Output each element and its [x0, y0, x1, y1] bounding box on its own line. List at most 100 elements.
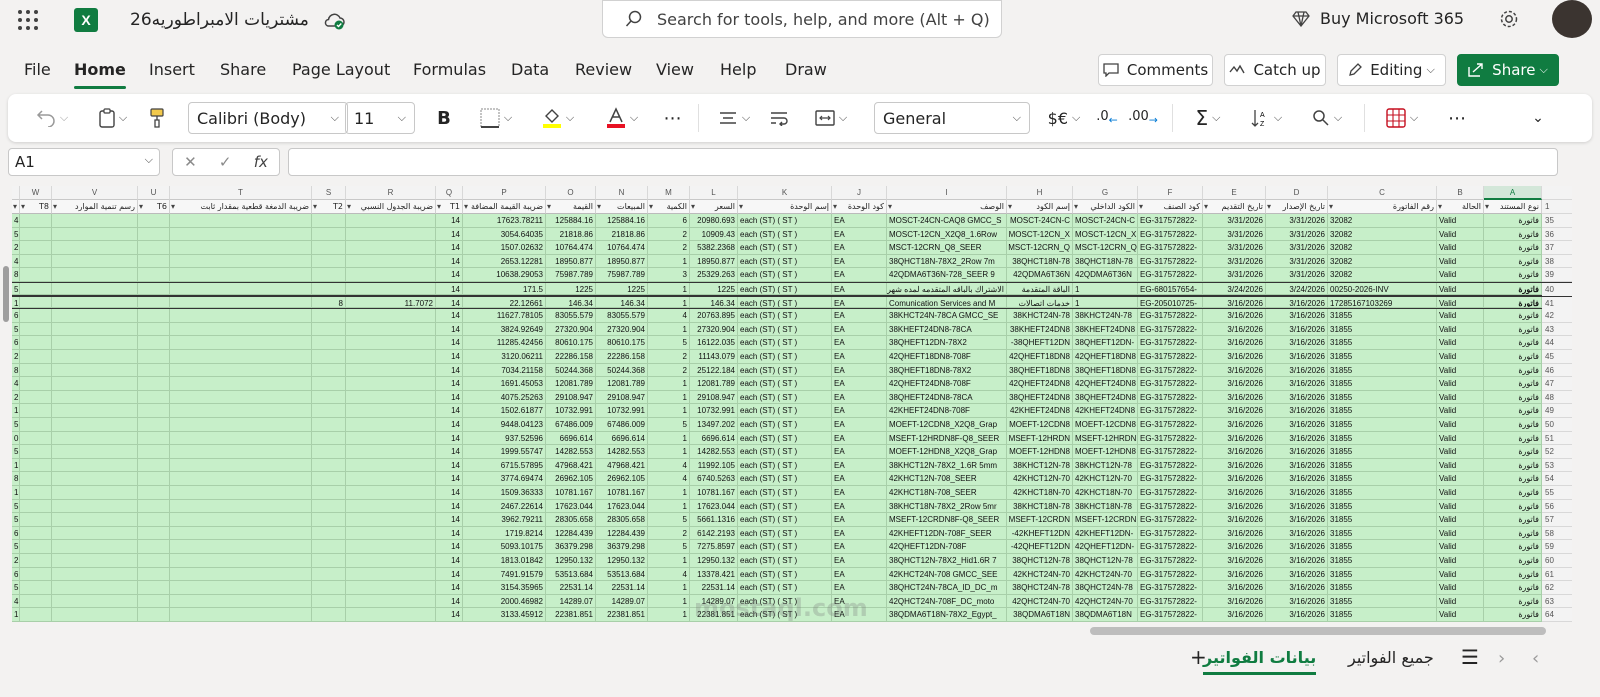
cell-h[interactable]: 42QHEFT18DN8 [1007, 350, 1073, 364]
cell-i[interactable]: 38QHEFT12DN-78X2 [887, 336, 1007, 350]
cell-k[interactable]: each (ST) ( ST ) [738, 581, 832, 595]
cell-w[interactable] [20, 499, 52, 514]
cell-u[interactable] [138, 283, 170, 295]
cell-q[interactable]: 14 [436, 363, 463, 378]
cell-m[interactable]: 5 [648, 540, 690, 554]
cell-d[interactable]: 3/16/2026 [1266, 458, 1328, 473]
cell-c[interactable]: 00250-2026-INV [1328, 283, 1437, 295]
tab-sheet-all-invoices[interactable]: جميع الفواتير [1348, 648, 1434, 667]
cell-v[interactable] [52, 296, 138, 309]
cell-l[interactable]: 20763.895 [690, 309, 738, 323]
cell-clipped[interactable]: 8 [12, 268, 20, 282]
cell-e[interactable]: 3/31/2026 [1203, 241, 1266, 255]
cell-q[interactable]: 14 [436, 594, 463, 609]
filter-header-r[interactable]: ضريبة الجدول النسبي [346, 200, 436, 214]
cell-m[interactable]: 1 [648, 594, 690, 609]
cell-r[interactable] [346, 350, 436, 364]
cell-p[interactable]: 7491.91579 [463, 567, 546, 582]
cell-p[interactable]: 2000.46982 [463, 594, 546, 609]
cell-d[interactable]: 3/16/2026 [1266, 390, 1328, 405]
cell-w[interactable] [20, 322, 52, 337]
cell-w[interactable] [20, 336, 52, 350]
filter-header-n[interactable]: المبيعات [596, 200, 648, 214]
cell-u[interactable] [138, 567, 170, 582]
cell-g[interactable]: 42QHEFT18DN8 [1073, 350, 1138, 364]
cell-i[interactable]: 42QHEFT18DN8-708F [887, 350, 1007, 364]
cell-d[interactable]: 3/16/2026 [1266, 526, 1328, 541]
cell-h[interactable]: MOEFT-12CDN8 [1007, 418, 1073, 432]
cell-j[interactable]: EA [832, 526, 887, 541]
cell-b[interactable]: Valid [1437, 377, 1484, 391]
cell-n[interactable]: 17623.044 [596, 499, 648, 514]
cell-p[interactable]: 3774.69474 [463, 472, 546, 486]
cell-b[interactable]: Valid [1437, 608, 1484, 622]
cell-o[interactable]: 146.34 [546, 296, 596, 309]
cell-o[interactable]: 28305.658 [546, 513, 596, 527]
cell-u[interactable] [138, 322, 170, 337]
cell-j[interactable]: EA [832, 445, 887, 459]
cell-e[interactable]: 3/31/2026 [1203, 214, 1266, 228]
cell-w[interactable] [20, 214, 52, 228]
cell-m[interactable]: 4 [648, 309, 690, 323]
cell-i[interactable]: 38QDMA6T18N-78X2_Egypt_ [887, 608, 1007, 622]
cell-b[interactable]: Valid [1437, 309, 1484, 323]
cell-s[interactable] [312, 445, 346, 459]
cell-l[interactable]: 25122.184 [690, 363, 738, 378]
cell-e[interactable]: 3/16/2026 [1203, 363, 1266, 378]
cell-j[interactable]: EA [832, 499, 887, 514]
cell-t[interactable] [170, 486, 312, 500]
cell-clipped[interactable]: 2 [12, 350, 20, 364]
cell-n[interactable]: 10781.167 [596, 486, 648, 500]
tab-page-layout[interactable]: Page Layout [292, 60, 390, 79]
cell-j[interactable]: EA [832, 567, 887, 582]
column-header-l[interactable]: L [690, 186, 738, 200]
cell-s[interactable] [312, 431, 346, 446]
cell-f[interactable]: EG-205010725- [1138, 296, 1203, 309]
cell-v[interactable] [52, 608, 138, 622]
cell-q[interactable]: 14 [436, 404, 463, 418]
cell-e[interactable]: 3/16/2026 [1203, 377, 1266, 391]
filter-header-e[interactable]: تاريخ التقديم [1203, 200, 1266, 214]
cell-o[interactable]: 125884.16 [546, 214, 596, 228]
cell-u[interactable] [138, 526, 170, 541]
cell-o[interactable]: 10764.474 [546, 241, 596, 255]
cell-p[interactable]: 1502.61877 [463, 404, 546, 418]
cell-v[interactable] [52, 227, 138, 242]
cell-p[interactable]: 22.12661 [463, 296, 546, 309]
cell-e[interactable]: 3/16/2026 [1203, 309, 1266, 323]
cell-i[interactable]: MSCT-12CRN_Q8_SEER [887, 241, 1007, 255]
cell-l[interactable]: 5382.2368 [690, 241, 738, 255]
cell-b[interactable]: Valid [1437, 526, 1484, 541]
column-header-k[interactable]: K [738, 186, 832, 200]
name-box[interactable]: A1 ⌵ [8, 148, 160, 176]
cell-b[interactable]: Valid [1437, 363, 1484, 378]
more-font-options-icon[interactable]: ⋯ [658, 94, 688, 142]
cell-e[interactable]: 3/16/2026 [1203, 581, 1266, 595]
cell-r[interactable] [346, 472, 436, 486]
cell-b[interactable]: Valid [1437, 499, 1484, 514]
filter-header-l[interactable]: السعر [690, 200, 738, 214]
cell-k[interactable]: each (ST) ( ST ) [738, 350, 832, 364]
cell-b[interactable]: Valid [1437, 254, 1484, 269]
cell-w[interactable] [20, 418, 52, 432]
cell-f[interactable]: EG-317572822- [1138, 581, 1203, 595]
cell-u[interactable] [138, 431, 170, 446]
cell-f[interactable]: EG-317572822- [1138, 458, 1203, 473]
cell-u[interactable] [138, 445, 170, 459]
cell-d[interactable]: 3/16/2026 [1266, 513, 1328, 527]
cell-e[interactable]: 3/16/2026 [1203, 526, 1266, 541]
cell-g[interactable]: 38QHEFT24DN8 [1073, 390, 1138, 405]
cell-l[interactable]: 7275.8597 [690, 540, 738, 554]
cell-e[interactable]: 3/16/2026 [1203, 472, 1266, 486]
comments-button[interactable]: Comments [1098, 54, 1213, 86]
cell-u[interactable] [138, 418, 170, 432]
cell-i[interactable]: MOSCT-24CN-CAQ8 GMCC_S [887, 214, 1007, 228]
cell-c[interactable]: 31855 [1328, 390, 1437, 405]
cell-s[interactable] [312, 363, 346, 378]
column-header-v[interactable]: V [52, 186, 138, 200]
cell-d[interactable]: 3/16/2026 [1266, 336, 1328, 350]
cell-i[interactable]: 38KHEFT24DN8-78CA [887, 322, 1007, 337]
cell-m[interactable]: 2 [648, 241, 690, 255]
cell-d[interactable]: 3/31/2026 [1266, 214, 1328, 228]
cell-w[interactable] [20, 526, 52, 541]
